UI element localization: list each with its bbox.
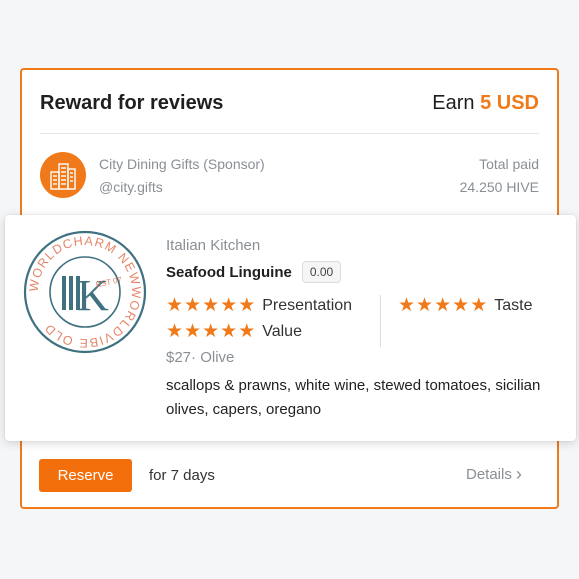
stars-presentation: ★ ★ ★ ★ ★ — [166, 296, 256, 315]
details-link[interactable]: Details › — [466, 464, 522, 484]
star-icon: ★ — [470, 295, 488, 316]
total-paid-label: Total paid — [479, 156, 539, 172]
rating-label-value: Value — [262, 322, 302, 340]
star-icon: ★ — [202, 321, 220, 342]
cuisine-label: Italian Kitchen — [166, 237, 261, 254]
star-icon: ★ — [220, 295, 238, 316]
total-paid-value: 24.250 HIVE — [459, 179, 539, 195]
star-icon: ★ — [220, 321, 238, 342]
reserve-duration: for 7 days — [149, 467, 215, 484]
rating-label-presentation: Presentation — [262, 296, 353, 314]
rating-taste: ★ ★ ★ ★ ★ Taste — [398, 296, 532, 315]
star-icon: ★ — [238, 321, 256, 342]
restaurant-logo[interactable]: WORLDCHARM NEWWORLDVIBE OLD K EST 07 — [23, 230, 147, 354]
rating-separator — [380, 295, 381, 347]
star-icon: ★ — [416, 295, 434, 316]
star-icon: ★ — [398, 295, 416, 316]
dish-description: scallops & prawns, white wine, stewed to… — [166, 377, 541, 418]
star-icon: ★ — [452, 295, 470, 316]
earn-value: 5 USD — [480, 92, 539, 114]
card-header: Reward for reviews Earn 5 USD — [40, 92, 539, 122]
price-venue-line: $27· Olive — [166, 349, 234, 366]
rating-value: ★ ★ ★ ★ ★ Value — [166, 322, 302, 341]
star-icon: ★ — [238, 295, 256, 316]
earn-prefix: Earn — [432, 92, 475, 114]
dish-row: Seafood Linguine 0.00 — [166, 261, 342, 283]
dish-price: $27 — [166, 349, 192, 366]
star-icon: ★ — [184, 321, 202, 342]
sponsor-avatar[interactable] — [40, 152, 86, 198]
score-badge: 0.00 — [301, 261, 342, 283]
chevron-right-icon: › — [515, 464, 522, 484]
star-icon: ★ — [202, 295, 220, 316]
stars-taste: ★ ★ ★ ★ ★ — [398, 296, 488, 315]
header-divider — [40, 133, 539, 134]
price-separator: · — [191, 349, 197, 366]
dish-name[interactable]: Seafood Linguine — [166, 264, 292, 281]
star-icon: ★ — [166, 295, 184, 316]
reward-title: Reward for reviews — [40, 92, 224, 114]
star-icon: ★ — [166, 321, 184, 342]
rating-presentation: ★ ★ ★ ★ ★ Presentation — [166, 296, 352, 315]
stars-value: ★ ★ ★ ★ ★ — [166, 322, 256, 341]
city-buildings-icon — [50, 163, 76, 190]
details-label: Details — [466, 466, 512, 483]
sponsor-name[interactable]: City Dining Gifts (Sponsor) — [99, 156, 265, 172]
star-icon: ★ — [184, 295, 202, 316]
sponsor-handle[interactable]: @city.gifts — [99, 179, 163, 195]
reserve-button[interactable]: Reserve — [39, 459, 132, 492]
review-card: WORLDCHARM NEWWORLDVIBE OLD K EST 07 Ita… — [5, 215, 576, 441]
star-icon: ★ — [434, 295, 452, 316]
rating-label-taste: Taste — [494, 296, 533, 314]
venue-name[interactable]: Olive — [200, 349, 234, 366]
earn-amount: Earn 5 USD — [432, 92, 539, 115]
